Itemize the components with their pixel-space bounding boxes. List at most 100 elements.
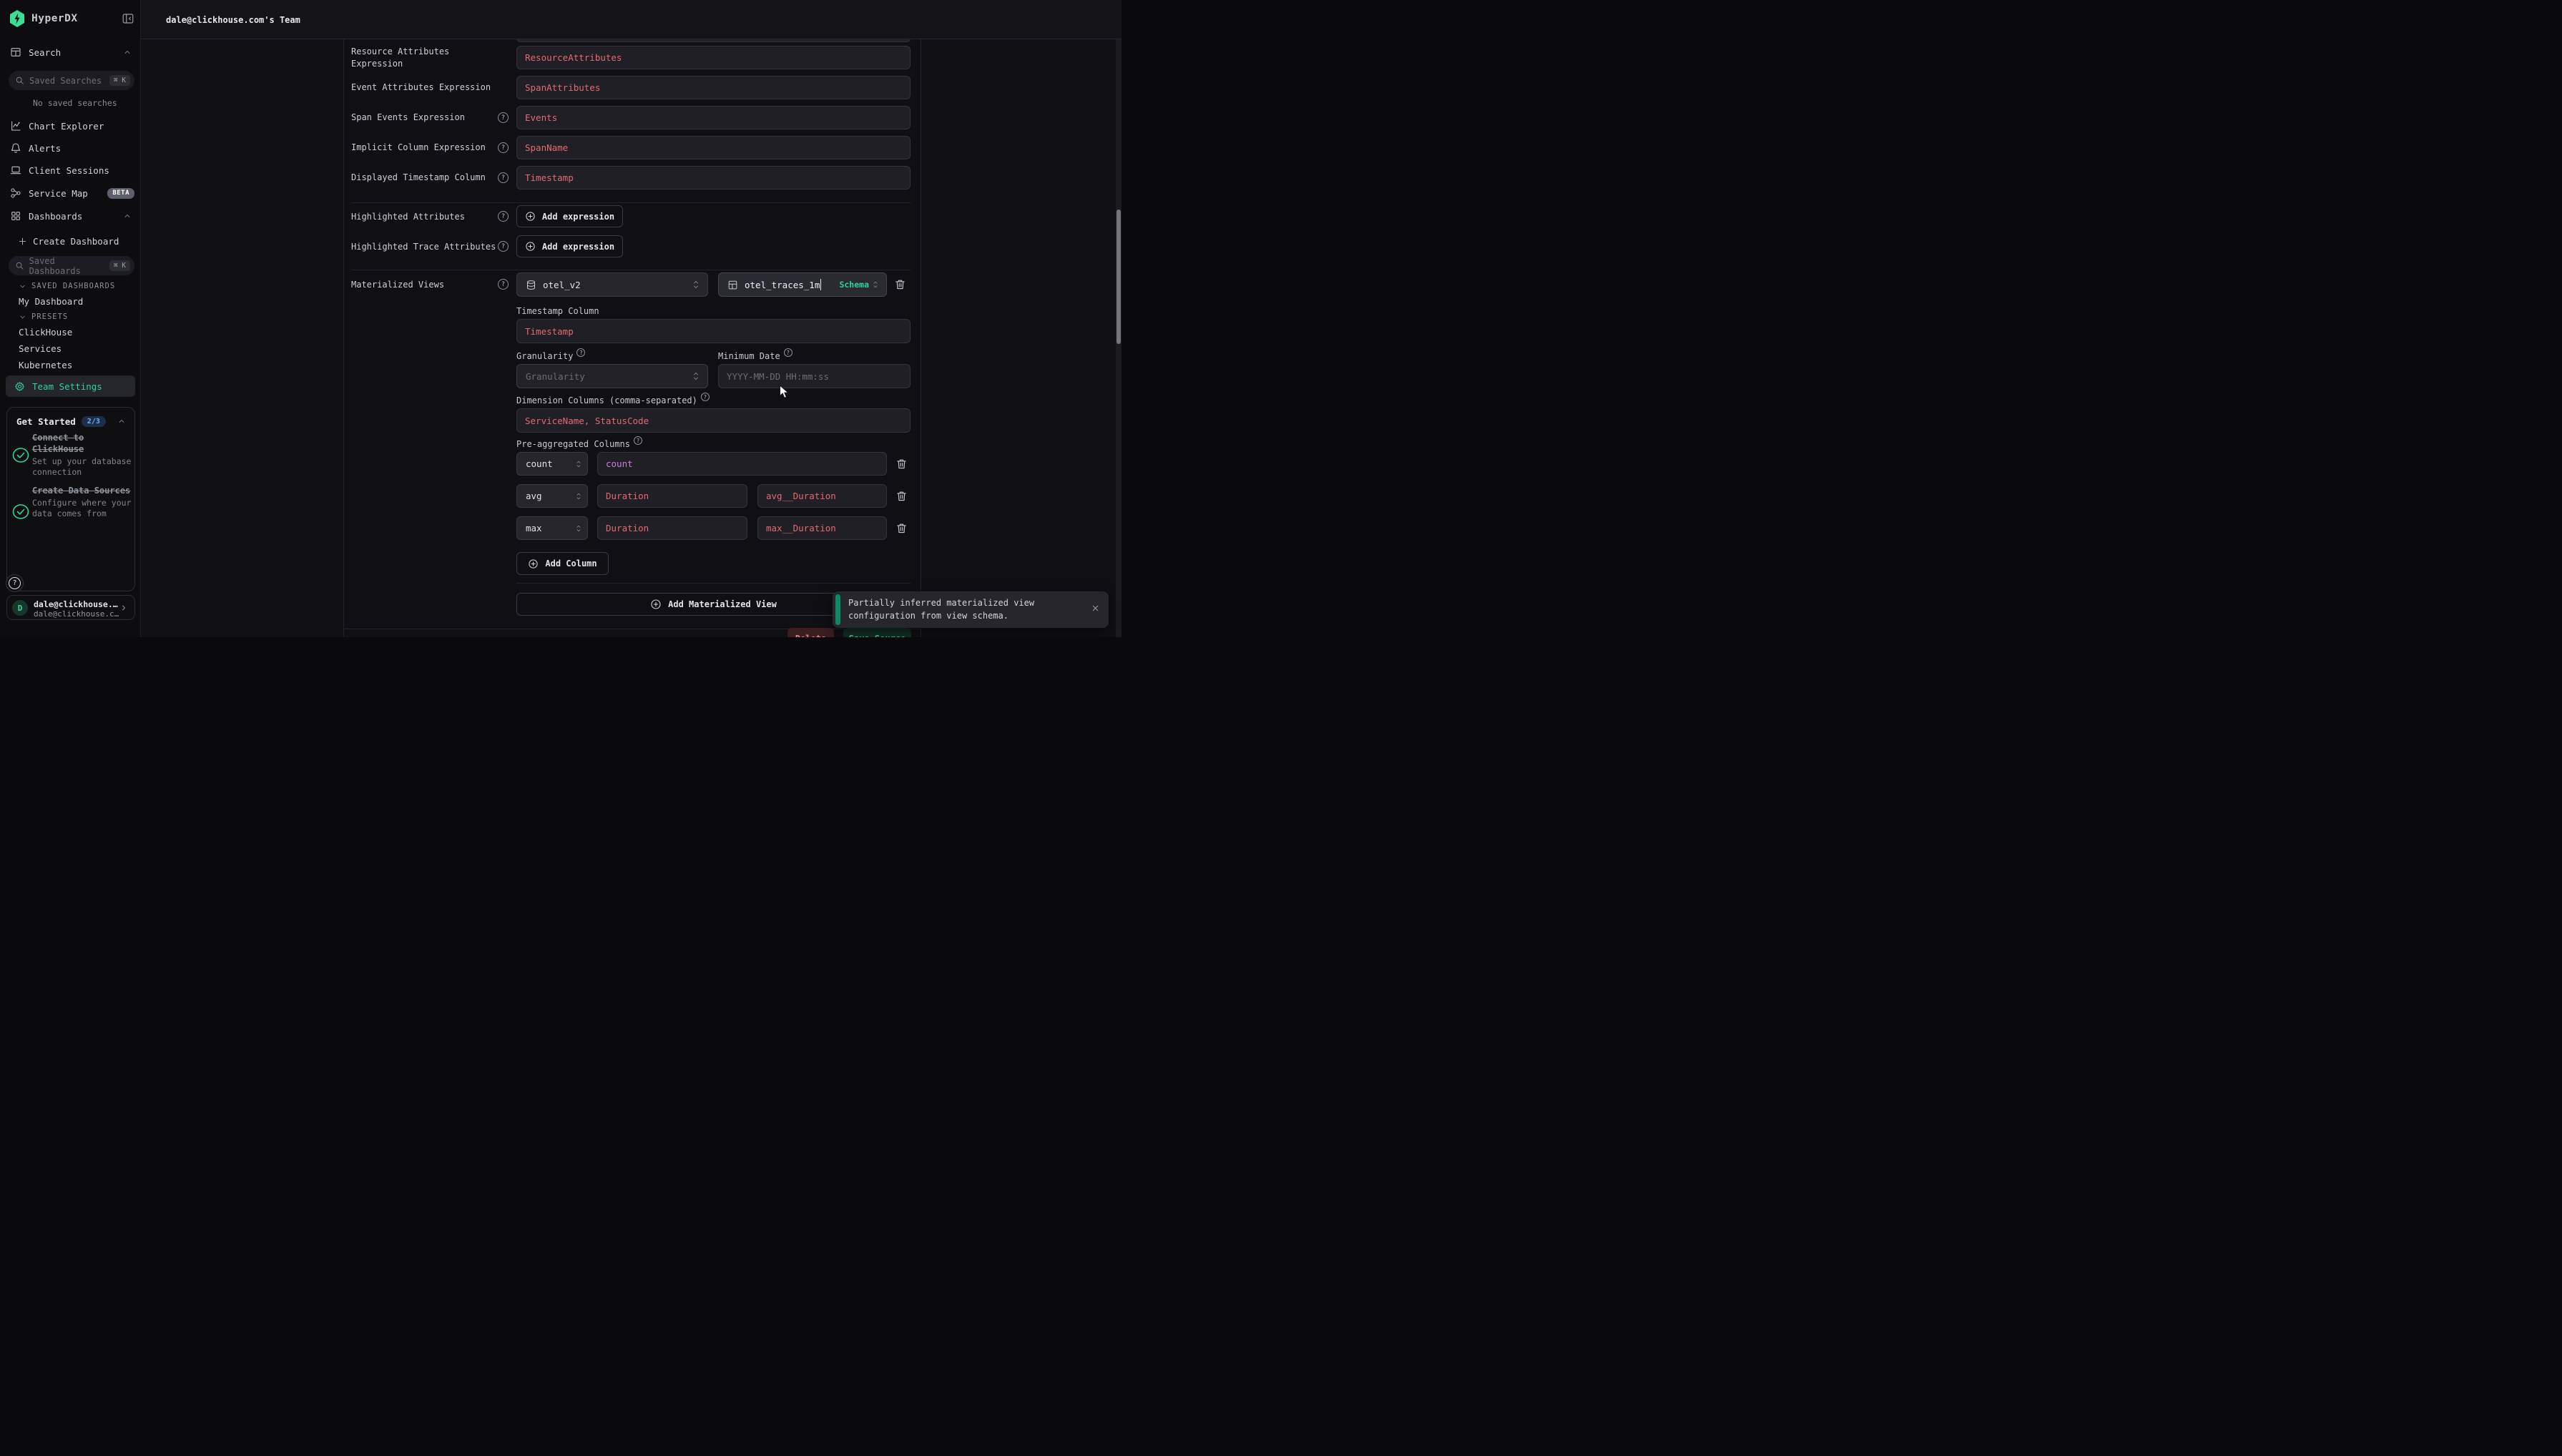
- table-input[interactable]: otel_traces_1m Schema: [718, 272, 887, 297]
- resource-attributes-input[interactable]: ResourceAttributes: [516, 46, 911, 69]
- app-window: HyperDX Search Saved Searches ⌘ K No sav…: [0, 0, 1122, 637]
- sidebar-section-dashboards[interactable]: Dashboards: [0, 207, 141, 225]
- delete-column-icon[interactable]: [895, 458, 908, 471]
- toast-message-line2: configuration from view schema.: [848, 610, 1034, 623]
- minimum-date-placeholder: YYYY-MM-DD HH:mm:ss: [727, 371, 829, 382]
- field-label: Implicit Column Expression: [351, 142, 499, 154]
- input-value: SpanName: [525, 142, 568, 153]
- input-value: ServiceName, StatusCode: [525, 415, 649, 426]
- get-started-title: Get Started: [16, 416, 76, 427]
- saved-searches-input[interactable]: Saved Searches ⌘ K: [9, 71, 134, 90]
- sidebar-item-clickhouse[interactable]: ClickHouse: [19, 327, 72, 338]
- chevron-up-icon[interactable]: [117, 417, 126, 426]
- saved-dashboards-input[interactable]: Saved Dashboards ⌘ K: [9, 256, 134, 275]
- help-icon[interactable]: ?: [498, 112, 509, 123]
- scrollbar[interactable]: [1116, 39, 1122, 637]
- input-value: Timestamp: [525, 172, 574, 183]
- help-icon[interactable]: ?: [784, 348, 792, 357]
- sidebar-item-label: Dashboards: [29, 211, 82, 222]
- fn-value: max: [526, 523, 542, 533]
- help-icon[interactable]: ?: [576, 348, 585, 357]
- input-value: Events: [525, 112, 557, 123]
- dimension-columns-input[interactable]: ServiceName, StatusCode: [516, 408, 911, 433]
- field-label: Highlighted Trace Attributes: [351, 241, 499, 253]
- sidebar-item-label: Alerts: [29, 143, 61, 154]
- input-value: max__Duration: [766, 523, 836, 533]
- schema-label[interactable]: Schema: [839, 280, 869, 290]
- help-icon[interactable]: ?: [498, 142, 509, 153]
- aggregate-expr-input[interactable]: count: [597, 452, 887, 476]
- database-select[interactable]: otel_v2: [516, 272, 708, 297]
- task-desc: Configure where your data comes from: [32, 498, 133, 518]
- button-label: Add Column: [545, 559, 597, 569]
- add-column-button[interactable]: Add Column: [516, 552, 609, 575]
- chevron-up-icon[interactable]: [123, 48, 132, 56]
- toast-message-line1: Partially inferred materialized view: [848, 597, 1034, 610]
- help-icon[interactable]: ?: [498, 172, 509, 183]
- span-events-input[interactable]: Events: [516, 106, 911, 129]
- sidebar-item-chart-explorer[interactable]: Chart Explorer: [0, 117, 141, 135]
- field-label: Span Events Expression: [351, 112, 499, 124]
- task-title: Add Data: [32, 552, 133, 564]
- timestamp-column-label: Timestamp Column: [516, 306, 599, 316]
- delete-source-button[interactable]: Delete: [787, 628, 834, 637]
- event-attributes-input[interactable]: SpanAttributes: [516, 76, 911, 99]
- help-icon[interactable]: ?: [498, 211, 509, 222]
- service-map-icon: [10, 187, 21, 199]
- table-icon: [727, 280, 738, 290]
- scrollbar-thumb[interactable]: [1116, 210, 1121, 344]
- granularity-label: Granularity ?: [516, 351, 585, 361]
- aggregate-alias-input[interactable]: avg__Duration: [757, 484, 887, 508]
- save-source-button[interactable]: Save Source: [843, 628, 911, 637]
- beta-badge: BETA: [107, 188, 134, 199]
- sidebar-item-my-dashboard[interactable]: My Dashboard: [19, 296, 83, 307]
- sidebar-item-service-map[interactable]: Service Map BETA: [0, 184, 141, 202]
- aggregate-fn-select[interactable]: avg: [516, 484, 588, 508]
- help-icon[interactable]: ?: [498, 241, 509, 252]
- minimum-date-label: Minimum Date ?: [718, 351, 792, 361]
- shortcut-badge: ⌘ K: [109, 260, 130, 271]
- aggregate-fn-select[interactable]: max: [516, 516, 588, 540]
- sidebar-item-team-settings[interactable]: Team Settings: [6, 375, 135, 397]
- help-icon[interactable]: ?: [701, 393, 710, 401]
- add-expression-button[interactable]: Add expression: [516, 205, 623, 227]
- granularity-select[interactable]: Granularity: [516, 364, 708, 388]
- sidebar-item-kubernetes[interactable]: Kubernetes: [19, 360, 72, 370]
- help-button[interactable]: ?: [6, 574, 24, 592]
- sidebar-item-client-sessions[interactable]: Client Sessions: [0, 161, 141, 179]
- add-expression-button[interactable]: Add expression: [516, 235, 623, 257]
- sidebar-item-services[interactable]: Services: [19, 343, 62, 354]
- aggregate-expr-input[interactable]: Duration: [597, 516, 747, 540]
- chevron-updown-icon: [692, 279, 700, 290]
- displayed-timestamp-input[interactable]: Timestamp: [516, 166, 911, 190]
- sidebar-item-alerts[interactable]: Alerts: [0, 139, 141, 157]
- create-dashboard-button[interactable]: Create Dashboard: [0, 232, 141, 250]
- app-logo[interactable]: HyperDX: [0, 9, 141, 29]
- get-started-header[interactable]: Get Started 2/3: [7, 414, 134, 428]
- check-circle-icon: [12, 504, 29, 519]
- minimum-date-input[interactable]: YYYY-MM-DD HH:mm:ss: [718, 364, 911, 388]
- input-value: avg__Duration: [766, 491, 836, 501]
- help-icon[interactable]: ?: [634, 436, 642, 445]
- user-name: dale@clickhouse.…: [34, 599, 118, 609]
- plus-circle-icon: [528, 559, 539, 569]
- mv-timestamp-input[interactable]: Timestamp: [516, 319, 911, 343]
- close-icon[interactable]: [1091, 604, 1100, 613]
- task-desc: Start sending logs, metrics, or traces: [32, 565, 133, 586]
- implicit-column-input[interactable]: SpanName: [516, 136, 911, 159]
- chevron-up-icon[interactable]: [123, 212, 132, 220]
- saved-dashboards-group[interactable]: SAVED DASHBOARDS: [19, 282, 115, 290]
- presets-group[interactable]: PRESETS: [19, 313, 68, 321]
- help-icon[interactable]: ?: [498, 279, 509, 290]
- sidebar-section-search[interactable]: Search: [0, 44, 141, 61]
- delete-view-icon[interactable]: [894, 278, 907, 291]
- aggregate-alias-input[interactable]: max__Duration: [757, 516, 887, 540]
- sidebar-collapse-icon[interactable]: [122, 12, 134, 25]
- delete-column-icon[interactable]: [895, 490, 908, 503]
- aggregate-fn-select[interactable]: count: [516, 452, 588, 476]
- input-value: Duration: [606, 523, 649, 533]
- aggregate-expr-input[interactable]: Duration: [597, 484, 747, 508]
- user-profile[interactable]: D dale@clickhouse.… dale@clickhouse.c…: [6, 595, 135, 620]
- section-divider: [516, 583, 911, 584]
- delete-column-icon[interactable]: [895, 522, 908, 535]
